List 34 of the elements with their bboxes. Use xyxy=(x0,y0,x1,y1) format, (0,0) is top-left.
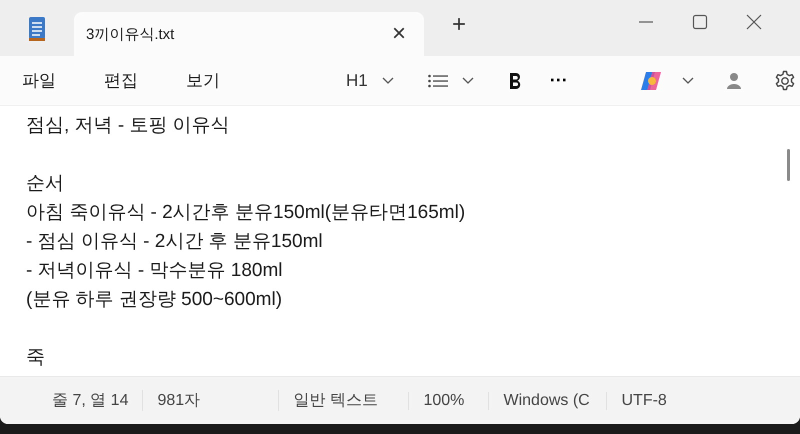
more-button[interactable]: ··· xyxy=(550,70,568,91)
chevron-down-icon[interactable] xyxy=(382,76,394,84)
status-item: 981자 xyxy=(142,390,278,411)
heading-button[interactable]: H1 xyxy=(346,70,368,90)
text-line: 점심, 저녁 - 토핑 이유식 xyxy=(26,114,231,138)
bold-icon[interactable] xyxy=(508,72,522,90)
account-icon[interactable] xyxy=(726,72,742,90)
chevron-down-icon[interactable] xyxy=(682,76,694,84)
settings-icon[interactable] xyxy=(774,70,796,92)
text-line: 아침 죽이유식 - 2시간후 분유150ml(분유타면165ml) xyxy=(26,201,466,225)
status-item: 100% xyxy=(408,392,488,410)
status-item: UTF-8 xyxy=(606,392,681,410)
file-tab[interactable]: 3끼이유식.txt × xyxy=(74,12,424,56)
menu-item[interactable]: 편집 xyxy=(104,65,138,96)
tab-title: 3끼이유식.txt xyxy=(86,24,174,44)
status-item: Windows (C xyxy=(488,392,606,410)
menu-item[interactable]: 보기 xyxy=(186,65,220,96)
close-tab-button[interactable]: × xyxy=(388,20,410,48)
list-icon[interactable] xyxy=(428,74,448,88)
text-line: 순서 xyxy=(26,172,65,196)
text-line: - 점심 이유식 - 2시간 후 분유150ml xyxy=(26,230,324,254)
notepad-icon[interactable] xyxy=(26,14,48,42)
text-line: 죽 xyxy=(26,346,46,370)
scrollbar-thumb[interactable] xyxy=(787,149,790,181)
text-line: (분유 하루 권장량 500~600ml) xyxy=(26,288,284,312)
menu-item[interactable]: 파일 xyxy=(22,65,56,96)
close-icon[interactable] xyxy=(746,14,762,30)
status-item: 줄 7, 열 14 xyxy=(51,391,130,411)
chevron-down-icon[interactable] xyxy=(462,76,474,84)
text-line: - 저녁이유식 - 막수분유 180ml xyxy=(26,259,284,283)
status-item: 일반 텍스트 xyxy=(278,390,408,411)
maximize-icon[interactable] xyxy=(692,14,708,30)
new-tab-button[interactable]: + xyxy=(446,10,472,40)
text-editor[interactable]: 점심, 저녁 - 토핑 이유식 순서 아침 죽이유식 - 2시간후 분유150ml(분유타면165ml) - 점심 이유식 - 2시간 후 분유150ml - 저녁이유식 - 막수분유 180ml (분유 하루 권장량 500~600ml) 죽 xyxy=(0,106,800,376)
